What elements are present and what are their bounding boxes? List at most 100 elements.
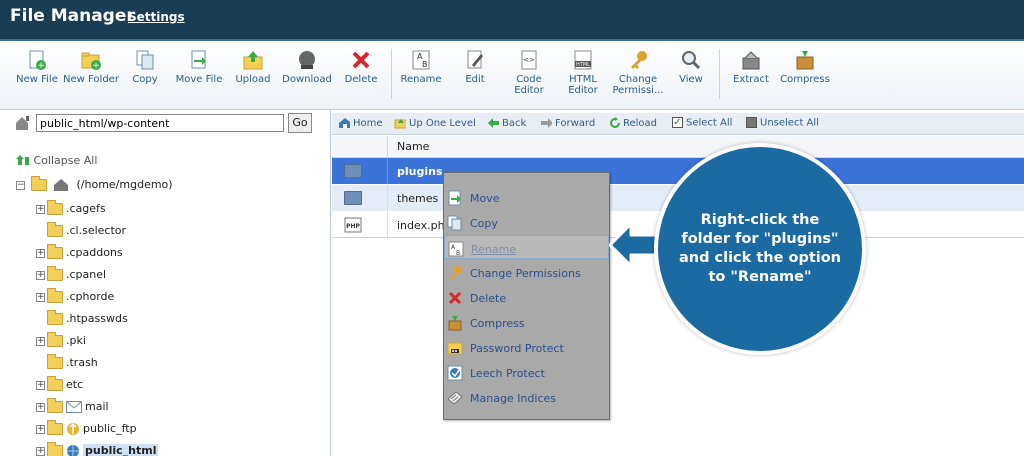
checkbox-unchecked-icon bbox=[746, 117, 757, 128]
reload-button[interactable]: Reload bbox=[608, 117, 657, 129]
expand-toggle-icon[interactable]: + bbox=[36, 270, 45, 280]
new-file-button[interactable]: + New File bbox=[9, 49, 65, 85]
unselect-all-button[interactable]: Unselect All bbox=[746, 117, 819, 129]
instruction-callout: Right-click the folder for "plugins" and… bbox=[654, 143, 866, 355]
expand-toggle-icon[interactable]: + bbox=[36, 336, 45, 346]
folder-icon bbox=[30, 176, 47, 191]
copy-icon bbox=[134, 49, 156, 71]
tree-item-cagefs[interactable]: + .cagefs bbox=[36, 200, 106, 220]
new-file-icon: + bbox=[26, 49, 48, 71]
folder-icon bbox=[47, 288, 63, 303]
context-password-protect[interactable]: Password Protect bbox=[444, 335, 609, 359]
tree-item-mail[interactable]: + mail bbox=[36, 398, 109, 418]
callout-text: Right-click the folder for "plugins" and… bbox=[678, 212, 842, 285]
column-divider bbox=[387, 158, 388, 184]
file-name: plugins bbox=[397, 165, 443, 178]
copy-icon bbox=[447, 215, 462, 231]
app-title: File Manager bbox=[10, 6, 135, 26]
settings-link[interactable]: Settings bbox=[128, 10, 185, 24]
context-manage-indices[interactable]: Manage Indices bbox=[444, 385, 609, 409]
context-delete[interactable]: Delete bbox=[444, 285, 609, 309]
collapse-all-link[interactable]: Collapse All bbox=[16, 154, 97, 167]
home-nav-button[interactable]: Home bbox=[338, 117, 383, 129]
expand-toggle-icon[interactable]: + bbox=[36, 204, 45, 214]
rename-icon: AB bbox=[448, 241, 464, 257]
move-file-button[interactable]: Move File bbox=[171, 49, 227, 85]
expand-toggle-icon[interactable]: + bbox=[36, 292, 45, 302]
name-column-header[interactable]: Name bbox=[397, 140, 429, 153]
code-editor-button[interactable]: <> Code Editor bbox=[501, 49, 557, 96]
reload-icon bbox=[610, 117, 620, 128]
folder-icon bbox=[47, 310, 63, 325]
tree-item-cpaddons[interactable]: + .cpaddons bbox=[36, 244, 123, 264]
tree-item-cl-selector[interactable]: .cl.selector bbox=[36, 222, 127, 242]
extract-button[interactable]: Extract bbox=[723, 49, 779, 85]
app-header: File Manager Settings bbox=[0, 0, 1024, 39]
tree-item-public-ftp[interactable]: + public_ftp bbox=[36, 420, 137, 440]
path-input[interactable] bbox=[36, 114, 284, 132]
tree-item-pki[interactable]: + .pki bbox=[36, 332, 86, 352]
html-editor-button[interactable]: HTML HTML Editor bbox=[555, 49, 611, 96]
column-divider bbox=[387, 136, 388, 158]
rename-button[interactable]: AB Rename bbox=[393, 49, 449, 85]
expand-toggle-icon[interactable]: + bbox=[36, 380, 45, 390]
toolbar: + New File + New Folder Copy Move File U… bbox=[0, 39, 1024, 110]
forward-button[interactable]: Forward bbox=[540, 117, 595, 129]
collapse-toggle-icon[interactable]: − bbox=[16, 180, 25, 190]
tree-spacer bbox=[36, 314, 45, 324]
up-one-level-button[interactable]: Up One Level bbox=[394, 117, 476, 129]
go-button[interactable]: Go bbox=[288, 113, 312, 133]
ftp-icon bbox=[67, 422, 79, 435]
delete-button[interactable]: Delete bbox=[333, 49, 389, 85]
tree-spacer bbox=[36, 358, 45, 368]
file-list-header: Name bbox=[332, 136, 1024, 158]
download-button[interactable]: Download bbox=[279, 49, 335, 85]
upload-button[interactable]: Upload bbox=[225, 49, 281, 85]
leech-protect-icon bbox=[447, 365, 463, 381]
magnifier-icon bbox=[680, 49, 702, 71]
folder-icon bbox=[47, 420, 63, 435]
compress-button[interactable]: Compress bbox=[777, 49, 833, 85]
copy-button[interactable]: Copy bbox=[117, 49, 173, 85]
tree-item-htpasswds[interactable]: .htpasswds bbox=[36, 310, 128, 330]
context-compress[interactable]: Compress bbox=[444, 310, 609, 334]
view-button[interactable]: View bbox=[663, 49, 719, 85]
context-leech-protect[interactable]: Leech Protect bbox=[444, 360, 609, 384]
context-rename[interactable]: AB Rename bbox=[444, 235, 609, 259]
tree-item-etc[interactable]: + etc bbox=[36, 376, 83, 396]
edit-icon bbox=[464, 49, 486, 71]
globe-icon bbox=[67, 445, 79, 456]
tree-item-label: .trash bbox=[66, 356, 98, 369]
tree-item-cpanel[interactable]: + .cpanel bbox=[36, 266, 106, 286]
tree-item-label: .cl.selector bbox=[66, 224, 127, 237]
tree-root[interactable]: − (/home/mgdemo) bbox=[16, 176, 173, 196]
callout-arrow bbox=[609, 222, 659, 268]
expand-toggle-icon[interactable]: + bbox=[36, 424, 45, 434]
change-permissions-button[interactable]: Change Permissi... bbox=[609, 49, 667, 96]
tree-item-trash[interactable]: .trash bbox=[36, 354, 98, 374]
select-all-button[interactable]: ✓ Select All bbox=[672, 117, 732, 129]
column-divider bbox=[387, 185, 388, 211]
compress-icon bbox=[448, 316, 462, 331]
expand-toggle-icon[interactable]: + bbox=[36, 402, 45, 412]
context-move[interactable]: Move bbox=[444, 185, 609, 209]
context-change-permissions[interactable]: Change Permissions bbox=[444, 260, 609, 284]
tree-item-label: .cagefs bbox=[66, 202, 106, 215]
folder-icon bbox=[344, 191, 362, 205]
new-folder-button[interactable]: + New Folder bbox=[63, 49, 119, 85]
tree-item-label: public_html bbox=[83, 444, 159, 456]
expand-toggle-icon[interactable]: + bbox=[36, 248, 45, 258]
download-icon bbox=[296, 49, 318, 71]
folder-up-icon bbox=[394, 119, 406, 129]
tree-item-public-html[interactable]: + public_html bbox=[36, 442, 159, 456]
column-divider bbox=[387, 212, 388, 238]
html-editor-icon: HTML bbox=[572, 49, 594, 71]
back-button[interactable]: Back bbox=[487, 117, 526, 129]
compress-icon bbox=[794, 49, 816, 71]
folder-icon bbox=[47, 266, 63, 281]
edit-button[interactable]: Edit bbox=[447, 49, 503, 85]
expand-toggle-icon[interactable]: + bbox=[36, 446, 45, 456]
tree-item-cphorde[interactable]: + .cphorde bbox=[36, 288, 114, 308]
context-copy[interactable]: Copy bbox=[444, 210, 609, 234]
file-name: themes bbox=[397, 192, 439, 205]
